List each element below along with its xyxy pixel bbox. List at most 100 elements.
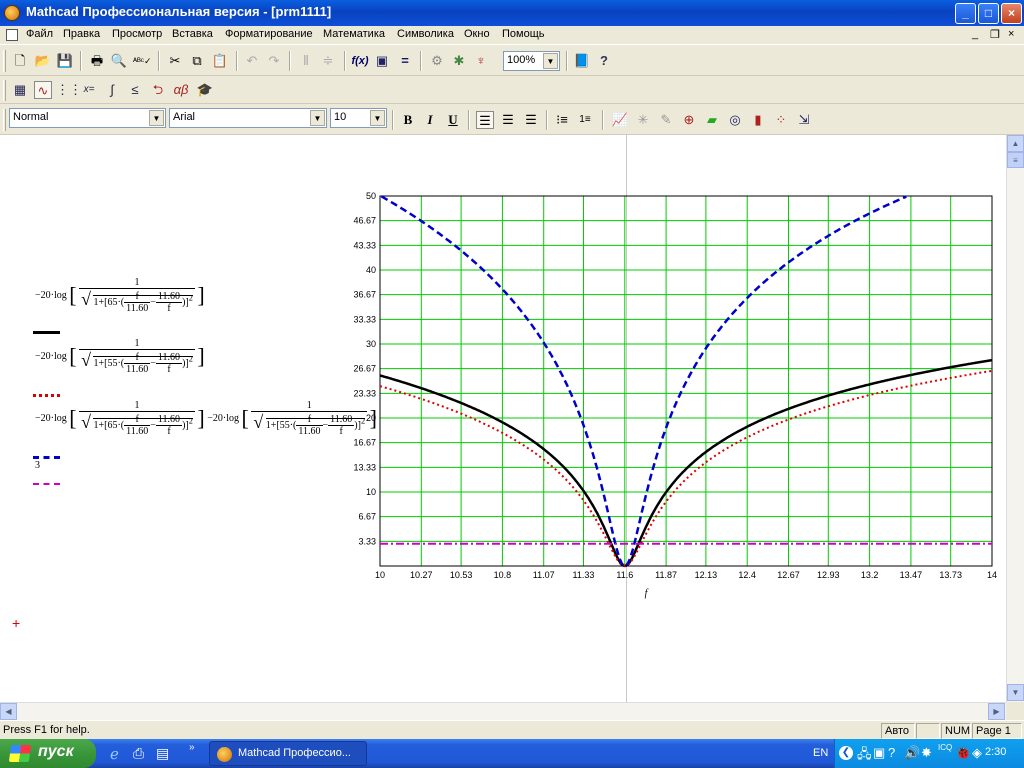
- toolbar-grip[interactable]: [3, 109, 6, 131]
- language-indicator[interactable]: EN: [813, 747, 828, 759]
- toolbar-grip[interactable]: [3, 80, 6, 101]
- font-select[interactable]: Arial ▼: [169, 108, 327, 128]
- align-center-icon[interactable]: ☰: [499, 111, 517, 129]
- toolbar-grip[interactable]: [3, 50, 6, 72]
- print-icon[interactable]: 🖶: [88, 52, 106, 70]
- paste-icon[interactable]: 📋: [211, 52, 229, 70]
- icq-pro-icon[interactable]: ICQ: [938, 743, 952, 752]
- calculus-icon[interactable]: ∫: [103, 81, 121, 99]
- chevron-down-icon[interactable]: ▼: [310, 110, 325, 126]
- insert-function-icon[interactable]: f(x): [351, 52, 369, 70]
- trace-expression-2[interactable]: −20·log [ 1 √ 1+[55·(f 11.60−11.60 f)]2 ]: [35, 338, 205, 375]
- matrix-icon[interactable]: ⋮⋮: [56, 81, 82, 99]
- trace-expression-1[interactable]: −20·log [ 1 √ 1+[65·(f 11.60−11.60 f)]2 ]: [35, 277, 205, 314]
- worksheet[interactable]: −20·log [ 1 √ 1+[65·(f 11.60−11.60 f)]2 ] …: [0, 135, 1006, 702]
- menu-edit[interactable]: Правка: [63, 28, 100, 40]
- help-question-icon[interactable]: ?: [595, 52, 613, 70]
- redo-icon[interactable]: ↷: [265, 52, 283, 70]
- numbered-list-icon[interactable]: 1≡: [576, 111, 594, 129]
- start-button[interactable]: пуск: [0, 739, 96, 768]
- taskbar-item-mathcad[interactable]: Mathcad Профессио...: [209, 741, 367, 766]
- open-folder-icon[interactable]: 📂: [34, 52, 52, 70]
- scatter-plot-icon[interactable]: ⁘: [772, 111, 790, 129]
- chevron-down-icon[interactable]: ▼: [149, 110, 164, 126]
- insert-unit-icon[interactable]: ▣: [373, 52, 391, 70]
- evaluation-icon[interactable]: x=: [80, 81, 98, 99]
- cut-scissors-icon[interactable]: ✂: [166, 52, 184, 70]
- horizontal-scrollbar[interactable]: ◀ ▶: [0, 702, 1006, 720]
- menu-help[interactable]: Помощь: [502, 28, 545, 40]
- tray-expand-icon[interactable]: ❮: [839, 746, 853, 760]
- align-across-icon[interactable]: ⫴: [297, 52, 315, 70]
- trace-plot-icon[interactable]: ✎: [657, 111, 675, 129]
- component-wizard-icon[interactable]: ♆: [472, 52, 490, 70]
- symbolic-icon[interactable]: 🎓: [196, 81, 214, 99]
- volume-icon[interactable]: 🔊: [904, 745, 920, 761]
- menu-insert[interactable]: Вставка: [172, 28, 213, 40]
- calculator-icon[interactable]: ▦: [11, 81, 29, 99]
- polar-plot-icon[interactable]: ⊕: [680, 111, 698, 129]
- vertical-scrollbar[interactable]: ▲ ≡ ▼: [1006, 135, 1024, 702]
- graph-toolbar-icon[interactable]: ∿: [34, 81, 52, 99]
- bar-plot-icon[interactable]: ▮: [749, 111, 767, 129]
- help-icon[interactable]: ?: [888, 745, 895, 760]
- surface-plot-icon[interactable]: ▰: [703, 111, 721, 129]
- boolean-icon[interactable]: ≤: [126, 81, 144, 99]
- scroll-left-icon[interactable]: ◀: [0, 703, 17, 720]
- scroll-down-icon[interactable]: ▼: [1007, 684, 1024, 701]
- chevron-down-icon[interactable]: ▼: [370, 110, 385, 126]
- resource-center-icon[interactable]: 📘: [573, 52, 591, 70]
- tray-app-icon[interactable]: ◈: [972, 745, 982, 761]
- scroll-up-icon[interactable]: ▲: [1007, 135, 1024, 152]
- zoom-select[interactable]: 100% ▼: [503, 51, 560, 71]
- scroll-thumb[interactable]: ≡: [1007, 152, 1024, 168]
- xy-plot[interactable]: 10 10.27 10.53 10.8 11.07 11.33 11.6 11.87 12.13…: [340, 180, 1000, 610]
- close-button[interactable]: ×: [1001, 3, 1022, 24]
- style-select[interactable]: Normal ▼: [9, 108, 166, 128]
- calculate-icon[interactable]: =: [396, 52, 414, 70]
- menu-format[interactable]: Форматирование: [225, 28, 313, 40]
- quicklaunch-chevron-icon[interactable]: »: [189, 742, 195, 753]
- bullet-list-icon[interactable]: ⁝≡: [553, 111, 571, 129]
- mathcad-app-icon[interactable]: [4, 5, 20, 21]
- bug-icon[interactable]: 🐞: [955, 745, 971, 761]
- chevron-down-icon[interactable]: ▼: [543, 53, 558, 69]
- minimize-button[interactable]: _: [955, 3, 976, 24]
- media-icon[interactable]: ▤: [156, 745, 169, 762]
- spell-check-icon[interactable]: ᴬᴮᶜ✓: [133, 52, 152, 70]
- save-disk-icon[interactable]: 💾: [56, 52, 74, 70]
- ie-icon[interactable]: ℯ: [110, 745, 119, 763]
- undo-icon[interactable]: ↶: [243, 52, 261, 70]
- resources-icon[interactable]: ✱: [450, 52, 468, 70]
- menu-view[interactable]: Просмотр: [112, 28, 162, 40]
- doc-close-button[interactable]: ×: [1008, 28, 1014, 40]
- programming-icon[interactable]: ⮌: [149, 81, 167, 99]
- network-icon[interactable]: 🖧: [857, 745, 872, 767]
- display-icon[interactable]: ▣: [873, 745, 885, 761]
- greek-icon[interactable]: αβ: [172, 81, 190, 99]
- trace-expression-3[interactable]: −20·log [ 1 √ 1+[65·(f 11.60−11.60 f)]2 ] …: [35, 400, 377, 437]
- doc-minimize-button[interactable]: _: [972, 28, 978, 40]
- document-icon[interactable]: [6, 29, 18, 41]
- menu-math[interactable]: Математика: [323, 28, 385, 40]
- align-left-icon[interactable]: ☰: [476, 111, 494, 129]
- align-down-icon[interactable]: ≑: [319, 52, 337, 70]
- underline-button[interactable]: U: [444, 111, 462, 129]
- print-preview-icon[interactable]: 🔍: [110, 52, 128, 70]
- menu-file[interactable]: Файл: [26, 28, 53, 40]
- copy-icon[interactable]: ⧉: [188, 52, 206, 70]
- antivirus-icon[interactable]: ✸: [921, 745, 932, 761]
- bold-button[interactable]: B: [399, 111, 417, 129]
- zoom-plot-icon[interactable]: ✳: [634, 111, 652, 129]
- align-right-icon[interactable]: ☰: [522, 111, 540, 129]
- menu-symbolics[interactable]: Символика: [397, 28, 454, 40]
- contour-plot-icon[interactable]: ◎: [726, 111, 744, 129]
- maximize-button[interactable]: □: [978, 3, 999, 24]
- doc-restore-button[interactable]: ❐: [990, 28, 1000, 41]
- italic-button[interactable]: I: [421, 111, 439, 129]
- scroll-right-icon[interactable]: ▶: [988, 703, 1005, 720]
- font-size-select[interactable]: 10 ▼: [330, 108, 387, 128]
- xy-plot-icon[interactable]: 📈: [611, 111, 629, 129]
- constant-expression[interactable]: 3: [35, 460, 40, 471]
- insert-component-icon[interactable]: ⚙: [428, 52, 446, 70]
